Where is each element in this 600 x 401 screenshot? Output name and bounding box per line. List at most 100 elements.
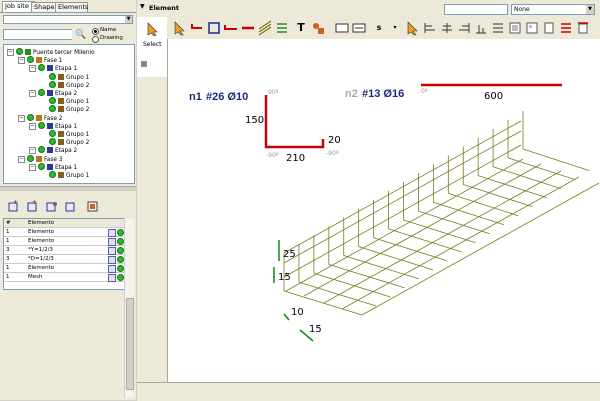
tree-node[interactable]: Grupo 2 <box>41 138 89 146</box>
remove-element-icon: - <box>65 199 75 212</box>
tree-node[interactable]: − Etapa 1 <box>29 121 77 130</box>
add-copy-button[interactable]: + <box>26 199 39 213</box>
tree-node-content: Etapa 1 <box>38 162 77 171</box>
scrollbar-thumb[interactable] <box>126 298 134 390</box>
radio-name[interactable] <box>92 28 99 35</box>
bar-tool[interactable] <box>240 20 256 36</box>
tab-elements[interactable]: Elements <box>55 2 88 12</box>
expand-toggle-icon[interactable]: − <box>18 114 25 122</box>
add-element-button[interactable]: + <box>7 199 20 213</box>
left-panel: Job site Shapes Elements ▼ 🔍 Name Drawin… <box>0 0 136 400</box>
drawing-canvas[interactable]: n1 #26 Ø10 90º 150 -90º 210 20 -90º n2 #… <box>168 39 600 382</box>
align-center-tool[interactable] <box>439 20 455 36</box>
shapes-tool[interactable] <box>310 20 326 36</box>
table-row[interactable]: 3 *D=1/2/3 <box>4 255 125 264</box>
expand-toggle-icon[interactable]: − <box>29 90 36 97</box>
table-row[interactable]: 3 *Y=1/2/3 <box>4 246 125 255</box>
remove-element-button[interactable]: - <box>64 199 77 213</box>
header-title: Element <box>149 4 179 12</box>
top-dropdown[interactable]: ▼ <box>3 15 133 24</box>
group-tool[interactable] <box>507 20 523 36</box>
expand-toggle-icon[interactable]: − <box>29 65 36 73</box>
row-number: 1 <box>6 265 10 271</box>
expand-toggle-icon[interactable]: − <box>29 122 36 130</box>
table-scrollbar[interactable] <box>124 218 134 398</box>
s-tool[interactable]: s <box>371 20 387 36</box>
delete-tool[interactable] <box>575 20 591 36</box>
tree-node[interactable]: − Fase 2 <box>18 113 62 122</box>
expand-toggle-icon[interactable]: − <box>18 57 25 65</box>
grupo-icon <box>58 98 64 105</box>
panel-splitter[interactable] <box>0 186 136 191</box>
export-button[interactable] <box>86 200 99 213</box>
search-button[interactable]: 🔍 <box>72 29 87 41</box>
header-text-field[interactable] <box>444 4 508 15</box>
spiral-tool[interactable] <box>274 20 290 36</box>
chevron-down-icon[interactable]: ▼ <box>125 16 132 23</box>
grupo-icon <box>58 131 64 137</box>
status-dot-icon <box>117 265 124 272</box>
table-row[interactable]: 1 Elemento <box>4 228 125 237</box>
shape-l-tool[interactable] <box>189 20 205 36</box>
mesh-line <box>403 219 476 244</box>
rectangle-tool[interactable] <box>334 20 350 36</box>
row-name: Elemento <box>28 265 55 271</box>
tree-node[interactable]: − Fase 3 <box>18 154 62 163</box>
expand-toggle-icon[interactable]: − <box>18 155 25 163</box>
edit-pointer-tool[interactable] <box>405 20 421 36</box>
tree-node[interactable]: Grupo 2 <box>41 80 89 89</box>
status-dot-icon <box>117 256 124 263</box>
row-name: Elemento <box>28 238 55 244</box>
align-bottom-tool[interactable] <box>473 20 489 36</box>
chevron-down-icon[interactable]: ▼ <box>586 5 594 14</box>
table-row[interactable]: 1 Elemento <box>4 237 125 246</box>
tree-node[interactable]: Grupo 2 <box>41 105 89 113</box>
pointer-tool[interactable] <box>172 20 188 36</box>
distribute-tool[interactable] <box>490 20 506 36</box>
chevron-down-icon[interactable]: ▾ <box>387 20 403 36</box>
tree-node[interactable]: − Fase 1 <box>18 56 62 65</box>
table-row[interactable]: 1 Elemento <box>4 264 125 273</box>
tree-node[interactable]: − Etapa 1 <box>29 64 77 73</box>
expand-toggle-icon[interactable]: − <box>7 49 14 56</box>
tree-node[interactable]: − Etapa 2 <box>29 146 77 155</box>
grid-icon[interactable] <box>141 61 147 67</box>
row-name: *Y=1/2/3 <box>28 247 53 253</box>
tree-node[interactable]: − Puente tercer Milenio <box>7 48 95 56</box>
fill-tool[interactable] <box>351 20 367 36</box>
tree-node[interactable]: Grupo 1 <box>41 72 89 81</box>
expand-toggle-icon[interactable]: − <box>29 147 36 155</box>
grupo-icon <box>58 106 64 113</box>
tree-node[interactable]: − Etapa 2 <box>29 89 77 97</box>
shape-u-tool[interactable] <box>206 20 222 36</box>
n1-bar-shape[interactable] <box>264 95 325 149</box>
mesh-line <box>373 237 448 262</box>
add-element-icon: + <box>8 199 18 212</box>
tree-node[interactable]: Grupo 1 <box>41 97 89 105</box>
element-icon <box>108 256 116 264</box>
collapse-icon[interactable]: ▼ <box>140 3 145 10</box>
tree-node[interactable]: − Etapa 1 <box>29 162 77 171</box>
copy-tool[interactable] <box>541 20 557 36</box>
radio-drawing[interactable] <box>92 36 99 43</box>
tree-node-content: Fase 1 <box>27 56 62 64</box>
row-number: 1 <box>6 229 10 235</box>
row-name: *D=1/2/3 <box>28 256 54 262</box>
align-right-tool[interactable] <box>456 20 472 36</box>
radio-name-label: Name <box>100 27 117 33</box>
mesh-tool[interactable] <box>257 20 273 36</box>
status-dot-icon <box>38 89 45 96</box>
edit-element-button[interactable] <box>45 200 58 213</box>
align-left-tool[interactable] <box>422 20 438 36</box>
ungroup-tool[interactable] <box>524 20 540 36</box>
status-dot-icon <box>38 146 45 154</box>
select-tool-panel[interactable]: Select <box>137 17 167 77</box>
header-dropdown[interactable]: None ▼ <box>511 4 595 15</box>
layer-tool[interactable] <box>558 20 574 36</box>
text-tool[interactable]: T <box>293 20 309 36</box>
expand-toggle-icon[interactable]: − <box>29 163 36 171</box>
table-row[interactable]: 1 Mesh <box>4 273 125 282</box>
shape-hook-tool[interactable] <box>223 20 239 36</box>
tree-node[interactable]: Grupo 1 <box>41 171 89 179</box>
tree-node[interactable]: Grupo 1 <box>41 130 89 138</box>
